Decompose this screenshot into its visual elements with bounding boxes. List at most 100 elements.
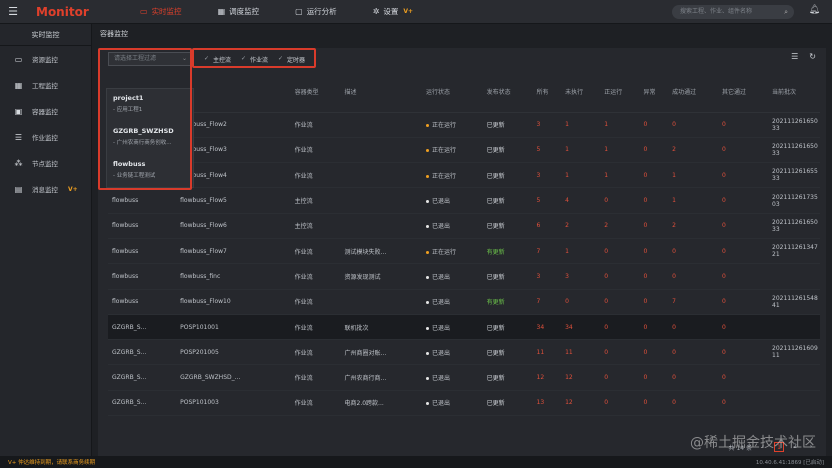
run-status: 已退出: [432, 349, 451, 357]
container-table: 工程名称容器类型描述运行状态发布状态所有未执行正运行异常成功通过其它通过当前批次…: [108, 72, 820, 417]
table-cell: 0: [639, 390, 669, 417]
sidebar-item-resource[interactable]: ▭ 资源监控: [0, 46, 91, 72]
table-row[interactable]: flowbuss flowbuss_Flow6 主控流 已退出 已更新 6 2 2 0 2 0 202…: [108, 213, 820, 239]
table-cell: 34: [532, 314, 562, 341]
table-cell: 0: [639, 238, 669, 265]
search-input[interactable]: 搜索工程、作业、组件名称 ⌕: [672, 5, 794, 19]
table-cell: 0: [668, 263, 718, 290]
table-cell: 广州商圈对账...: [340, 339, 422, 366]
list-settings-icon[interactable]: ☰: [791, 52, 798, 61]
highlight-box-filter: [98, 48, 192, 190]
table-cell: 作业流: [290, 263, 341, 290]
table-row[interactable]: GZGRB_S... GZGRB_SWZHSD_... 作业流 广州农商行商... 已退…: [108, 364, 820, 391]
table-cell: 1: [600, 162, 640, 189]
table-cell: 资源发现测试: [340, 263, 422, 290]
table-cell: 0: [668, 364, 718, 391]
table-cell: 0: [717, 187, 768, 214]
tool-icons: ☰ ↻: [791, 52, 816, 61]
calendar-icon: ▦: [217, 7, 226, 16]
sidebar-item-job[interactable]: ☰ 作业监控: [0, 124, 91, 150]
table-cell: 11: [532, 339, 562, 366]
table-cell: 0: [668, 390, 718, 417]
sidebar-item-project[interactable]: ▦ 工程监控: [0, 72, 91, 98]
hamburger-icon[interactable]: ☰: [0, 5, 26, 18]
table-row[interactable]: GZGRB_S... POSP101003 作业流 电商2.0跨款... 已退出 已更新 1…: [108, 390, 820, 417]
nav-settings[interactable]: ✲ 设置 V+: [355, 0, 431, 24]
status-dot-icon: [426, 301, 429, 305]
table-row[interactable]: flowbuss flowbuss_Flow10 作业流 已退出 有更新 7 0 0 0 7 0 20…: [108, 289, 820, 315]
table-cell: 联机批次: [340, 314, 422, 341]
table-cell: 0: [639, 112, 669, 138]
table-cell: 作业流: [290, 162, 341, 189]
column-header: 当前批次: [768, 72, 820, 113]
sidebar-title: 实时监控: [0, 24, 91, 46]
table-cell: 0: [639, 289, 669, 315]
status-server: 10.40.6.41:1869 [已启动]: [755, 460, 824, 466]
table-cell: 0: [717, 314, 768, 341]
status-dot-icon: [426, 200, 429, 204]
status-dot-icon: [426, 149, 429, 153]
table-row[interactable]: flowbuss flowbuss_finc 作业流 资源发现测试 已退出 已更新 3 3 0 0…: [108, 263, 820, 290]
status-dot-icon: [426, 250, 429, 254]
sidebar-item-label: 节点监控: [32, 160, 58, 168]
nav-run-analysis[interactable]: ▢ 运行分析: [277, 0, 355, 24]
table-cell: [340, 162, 422, 189]
nav-schedule-monitor[interactable]: ▦ 调度监控: [200, 0, 278, 24]
sidebar-item-node[interactable]: ⁂ 节点监控: [0, 150, 91, 176]
table-cell: 0: [717, 390, 768, 417]
table-row[interactable]: GZGRB_S... POSP201005 作业流 广州商圈对账... 已退出 已更新 11…: [108, 339, 820, 366]
breadcrumb: 容器监控: [100, 30, 128, 38]
table-cell: 0: [668, 238, 718, 265]
table-cell: 0: [717, 263, 768, 290]
sidebar-item-container[interactable]: ▣ 容器监控: [0, 98, 91, 124]
table-cell: 0: [600, 339, 640, 366]
bell-icon[interactable]: 🔔︎: [809, 5, 820, 15]
status-dot-icon: [426, 377, 429, 381]
table-row[interactable]: flowbussflowbuss_Flow4作业流正在运行已更新31101020…: [108, 162, 820, 189]
nodes-icon: ⁂: [14, 158, 23, 168]
table-row[interactable]: flowbuss_Flow2 作业流 正在运行 已更新 3 1 1 0 0 0 2021112616…: [108, 112, 820, 138]
table-cell: 1: [561, 112, 601, 138]
table-cell: 已更新: [482, 213, 533, 239]
table-cell: flowbuss: [108, 213, 177, 239]
table-body: flowbuss_Flow2 作业流 正在运行 已更新 3 1 1 0 0 0 2021112616…: [108, 112, 820, 417]
table-cell: 已退出: [422, 364, 483, 391]
table-cell: 1: [668, 162, 718, 189]
table-cell: 6: [532, 213, 562, 239]
table-row[interactable]: flowbuss flowbuss_Flow5 主控流 已退出 已更新 5 4 0 0 1 0 202…: [108, 187, 820, 214]
run-status: 已退出: [432, 375, 451, 383]
table-cell: GZGRB_S...: [108, 339, 177, 366]
table-row[interactable]: GZGRB_S... POSP101001 作业流 联机批次 已退出 已更新 34 34 0 0 0…: [108, 314, 820, 341]
nav-realtime-monitor[interactable]: ▭ 实时监控: [122, 0, 200, 24]
table-cell: 有更新: [482, 289, 533, 315]
run-status: 已退出: [432, 273, 451, 281]
refresh-icon[interactable]: ↻: [809, 52, 816, 61]
table-cell: 12: [561, 390, 601, 417]
table-cell: 0: [600, 187, 640, 214]
table-cell: 0: [639, 162, 669, 189]
table-cell: 已退出: [422, 390, 483, 417]
table-cell: 主控流: [290, 187, 341, 214]
table-cell: [340, 213, 422, 239]
table-header-row: 工程名称容器类型描述运行状态发布状态所有未执行正运行异常成功通过其它通过当前批次: [108, 72, 820, 113]
table-row[interactable]: flowbuss flowbuss_Flow7 作业流 测试模块失败... 正在运行 有更…: [108, 238, 820, 265]
table-cell: 20211126154841: [768, 289, 820, 315]
table-cell: [340, 137, 422, 164]
sidebar: 实时监控 ▭ 资源监控 ▦ 工程监控 ▣ 容器监控 ☰ 作业监控 ⁂ 节点监控 …: [0, 24, 92, 456]
table-cell: 作业流: [290, 390, 341, 417]
table-cell: 1: [600, 112, 640, 138]
app-logo: Monitor: [36, 4, 89, 19]
status-bar: V+ 仲达维持到期，请联系商务续期 10.40.6.41:1869 [已启动]: [0, 456, 832, 468]
status-license: V+ 仲达维持到期，请联系商务续期: [8, 460, 96, 466]
table-cell: 2: [668, 213, 718, 239]
table-row[interactable]: flowbuss_Flow3 作业流 正在运行 已更新 5 1 1 0 2 0 2021112616…: [108, 137, 820, 164]
table-cell: flowbuss: [108, 263, 177, 290]
table-cell: flowbuss: [108, 187, 177, 214]
table-cell: flowbuss_Flow6: [176, 213, 291, 239]
column-header: 描述: [340, 72, 422, 113]
table-cell: 20211126165033: [768, 112, 820, 138]
table-cell: 1: [561, 137, 601, 164]
search-icon[interactable]: ⌕: [784, 5, 788, 19]
table-cell: 广州农商行商...: [340, 364, 422, 391]
sidebar-item-message[interactable]: ▤ 消息监控 V+: [0, 176, 91, 202]
